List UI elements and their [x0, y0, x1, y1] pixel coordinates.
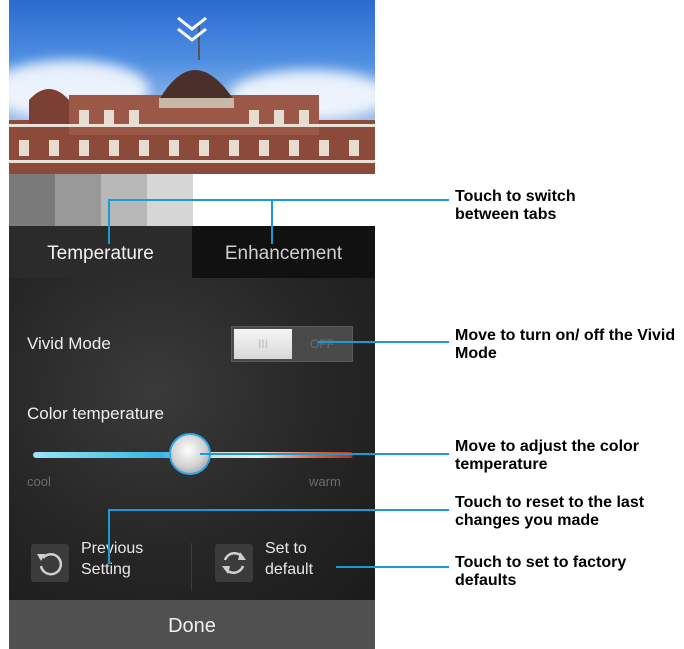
color-temperature-label: Color temperature [27, 404, 165, 423]
previous-setting-label: Previous Setting [81, 540, 144, 578]
tab-temperature[interactable]: Temperature [9, 226, 192, 278]
callout-line [108, 509, 449, 511]
callout-line [200, 453, 449, 455]
callout-line [108, 199, 272, 201]
toggle-off-label: OFF [310, 337, 334, 351]
tab-bar: Temperature Enhancement [9, 226, 375, 278]
photo-preview [9, 0, 375, 174]
refresh-icon [215, 544, 253, 582]
settings-panel: Vivid Mode III OFF Color temperature coo… [9, 278, 375, 600]
vivid-mode-label: Vivid Mode [27, 334, 111, 353]
callout-line [318, 341, 449, 343]
button-divider [191, 543, 192, 591]
undo-icon [31, 544, 69, 582]
callout-line [271, 199, 273, 244]
cool-label: cool [27, 474, 51, 489]
callout-line [108, 509, 110, 564]
callout-line [336, 566, 449, 568]
tab-enhancement[interactable]: Enhancement [192, 226, 375, 278]
warm-label: warm [309, 474, 341, 489]
phone-screen: Temperature Enhancement Vivid Mode III O… [9, 0, 375, 649]
vivid-mode-toggle[interactable]: III OFF [231, 326, 353, 362]
callout-tabs: Touch to switch between tabs [455, 188, 576, 223]
set-default-label: Set to default [265, 540, 314, 578]
callout-line [108, 199, 110, 244]
toggle-on-label: III [234, 329, 292, 359]
chevron-down-icon[interactable] [175, 14, 209, 46]
done-button[interactable]: Done [9, 600, 375, 649]
callout-default: Touch to set to factory defaults [455, 554, 627, 589]
callout-previous: Touch to reset to the last changes you m… [455, 494, 645, 529]
callout-vivid: Move to turn on/ off the Vivid Mode [455, 327, 676, 362]
callout-slider: Move to adjust the color temperature [455, 438, 640, 473]
swatch[interactable] [9, 174, 55, 226]
callout-line [271, 199, 449, 201]
swatch[interactable] [55, 174, 101, 226]
